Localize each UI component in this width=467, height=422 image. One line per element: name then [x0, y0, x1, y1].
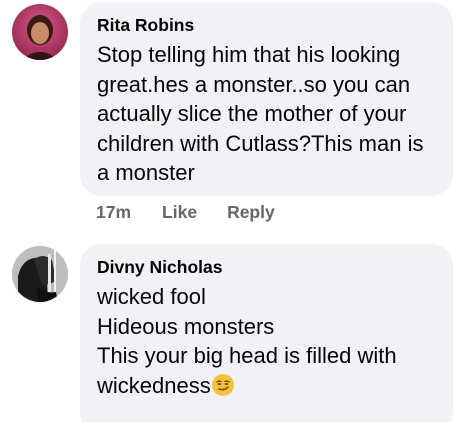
comment-bubble: Rita Robins Stop telling him that his lo… [80, 2, 453, 196]
comment-line: wicked fool [97, 284, 206, 309]
comment-author[interactable]: Divny Nicholas [97, 256, 439, 278]
avatar[interactable] [12, 246, 68, 302]
smirking-face-emoji-icon [211, 373, 235, 397]
profile-photo-icon [12, 246, 68, 302]
comment-line: This your big head is filled with [97, 343, 397, 368]
comment: Rita Robins Stop telling him that his lo… [0, 0, 467, 230]
comment-author[interactable]: Rita Robins [97, 14, 439, 36]
comment-timestamp[interactable]: 17m [96, 202, 131, 223]
reply-button[interactable]: Reply [227, 202, 275, 223]
profile-photo-icon [12, 4, 68, 60]
comment-thread: Rita Robins Stop telling him that his lo… [0, 0, 467, 422]
like-button[interactable]: Like [162, 202, 197, 223]
comment-bubble: Divny Nicholas wicked fool Hideous monst… [80, 244, 453, 422]
comment-actions: 17m Like Reply [96, 202, 275, 223]
comment: Divny Nicholas wicked fool Hideous monst… [0, 240, 467, 422]
avatar[interactable] [12, 4, 68, 60]
comment-line: Hideous monsters [97, 313, 275, 339]
comment-text: Stop telling him that his looking great.… [97, 42, 424, 185]
comment-line: wickedness [97, 372, 211, 398]
comment-text: wicked fool Hideous monsters This your b… [97, 282, 439, 400]
